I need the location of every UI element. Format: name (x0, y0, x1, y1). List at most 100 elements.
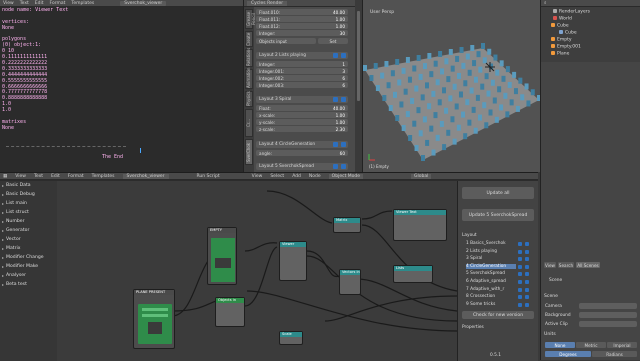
node-vectors-in[interactable]: Vectors in (339, 269, 361, 295)
category-beta-test[interactable]: Beta test (2, 282, 27, 287)
update-icon[interactable] (525, 280, 529, 284)
eye-icon[interactable] (518, 280, 522, 284)
layout-list-item[interactable]: 8 Crossection (466, 294, 516, 299)
layout-list-item[interactable]: 7 Adaptive_with_r (466, 287, 516, 292)
outliner-item[interactable]: Cube (551, 23, 569, 29)
update-icon[interactable] (525, 249, 529, 254)
mode-select[interactable]: Object Mode (328, 173, 364, 179)
properties-header[interactable]: Properties (462, 325, 512, 330)
eye-icon[interactable] (518, 242, 522, 246)
unit-none-button[interactable]: None (545, 342, 575, 348)
eye-icon[interactable] (518, 264, 522, 269)
footer-menu-text[interactable]: Text (34, 174, 43, 179)
category-number[interactable]: Number (2, 219, 24, 224)
eye-icon[interactable] (518, 302, 522, 307)
eye-icon[interactable] (333, 164, 338, 169)
category-list-struct[interactable]: List struct (2, 210, 29, 215)
footer-menu-format[interactable]: Format (68, 174, 84, 179)
text-file-name[interactable]: Sverchok_viewer (120, 0, 167, 6)
angle-degrees-button[interactable]: Degrees (545, 351, 591, 357)
layout-list-item[interactable]: 5 SverchokSpread (466, 271, 516, 276)
header-menu-view[interactable]: View (252, 174, 263, 179)
layout-4-button[interactable]: Layout 4 CircleGeneration (256, 141, 348, 148)
update-icon[interactable] (525, 287, 529, 292)
menu-format[interactable]: Format (50, 1, 66, 6)
node-field[interactable] (142, 314, 168, 317)
run-script-button[interactable]: Run Script (197, 174, 220, 179)
update-icon[interactable] (525, 257, 529, 262)
layout-5-button[interactable]: Layout 5 SverchokSpread (256, 163, 348, 170)
update-icon[interactable] (341, 164, 346, 169)
node-viewer-text[interactable]: Viewer Text (393, 209, 447, 241)
eye-icon[interactable] (333, 142, 338, 147)
menu-edit[interactable]: Edit (35, 1, 44, 6)
node-empty[interactable]: EMPTY (207, 227, 237, 285)
layout-list-item[interactable]: 3 Spiral (466, 256, 516, 261)
menu-text[interactable]: Text (20, 1, 29, 6)
category-matrix[interactable]: Matrix (2, 246, 20, 251)
eye-icon[interactable] (518, 272, 522, 277)
category-list-main[interactable]: List main (2, 201, 27, 206)
footer-menu-templates[interactable]: Templates (92, 174, 115, 179)
active-clip-field[interactable] (579, 321, 637, 327)
orientation-select[interactable]: Global (411, 173, 432, 179)
units-section-header[interactable]: Units (544, 332, 556, 337)
tab-search[interactable]: Search (558, 262, 574, 268)
3d-viewport[interactable]: User Persp (1) Empty (362, 0, 541, 172)
layout-list-item[interactable]: 1 Basics_Sverchok (466, 241, 516, 246)
unit-imperial-button[interactable]: Imperial (607, 342, 637, 348)
node-viewer[interactable]: Viewer (279, 241, 307, 281)
tab-animation[interactable]: Animation (245, 68, 253, 89)
objects-set-button[interactable]: Set (318, 38, 348, 44)
layout-list-item[interactable]: 9 Some tricks (466, 302, 516, 307)
field-integer-003[interactable]: Integer.003: 6 (256, 82, 348, 88)
header-menu-add[interactable]: Add (292, 174, 301, 179)
node-matrix[interactable]: Matrix (333, 217, 361, 233)
outliner-item[interactable]: World (553, 16, 572, 22)
eye-icon[interactable] (518, 287, 522, 292)
field-x-scale[interactable]: x-scale: 1.00 (256, 112, 348, 118)
field-float-010[interactable]: Float.010: 40.00 (256, 9, 348, 15)
node-scale[interactable]: Scale (279, 331, 303, 345)
category-basic-data[interactable]: Basic Data (2, 183, 31, 188)
menu-templates[interactable]: Templates (71, 1, 94, 6)
update-icon[interactable] (525, 242, 529, 246)
camera-field[interactable] (579, 303, 637, 309)
update-icon[interactable] (341, 53, 346, 58)
layout-list-item[interactable]: 4 CircleGeneration (466, 263, 516, 269)
tab-grease-pencil[interactable]: Grease Pencil (245, 9, 256, 29)
category-basic-debug[interactable]: Basic Debug (2, 192, 35, 197)
node-objects-in[interactable]: Objects in (215, 297, 245, 327)
unit-metric-button[interactable]: Metric (576, 342, 606, 348)
render-engine-select[interactable]: Cycles Render (247, 0, 288, 6)
tab-relations[interactable]: Relations (245, 48, 253, 67)
scene-section-header[interactable]: Scene (544, 294, 558, 299)
scroll-thumb[interactable] (357, 11, 360, 101)
field-angle[interactable]: angle: 60 (256, 150, 348, 156)
check-version-button[interactable]: Check for new version (462, 311, 534, 319)
layout-2-button[interactable]: Layout 2 Lists playing (256, 52, 348, 59)
panel-scrollbar[interactable] (355, 7, 362, 172)
field-float-012[interactable]: Float.012: 1.00 (256, 23, 348, 29)
outliner-item[interactable]: Cube (559, 30, 577, 36)
footer-file-name[interactable]: Sverchok_viewer (122, 173, 169, 179)
tab-sverchok[interactable]: SverChok (245, 139, 253, 165)
update-icon[interactable] (525, 272, 529, 277)
tab-all-scenes[interactable]: All Scenes (576, 262, 600, 268)
outliner-item[interactable]: Plane (551, 51, 569, 57)
objects-input-button[interactable]: Objects input (256, 38, 316, 44)
update-all-button[interactable]: Update all (462, 187, 534, 199)
node-canvas[interactable]: PLANE PRESENT EMPTY Objects in Viewer Ve… (57, 181, 457, 361)
field-integer[interactable]: Integer: 30 (256, 30, 348, 36)
eye-icon[interactable] (518, 257, 522, 262)
field-integer-002[interactable]: Integer.002: 6 (256, 75, 348, 81)
node-editor[interactable]: ▦ View Text Edit Format Templates Sverch… (0, 172, 538, 361)
editor-type-icon[interactable]: ▦ (3, 174, 7, 179)
tab-create[interactable]: Create (245, 31, 253, 47)
category-modifier-change[interactable]: Modifier Change (2, 255, 44, 260)
update-icon[interactable] (525, 295, 529, 300)
field-float[interactable]: Float: 40.00 (256, 105, 348, 111)
tab-view[interactable]: View (544, 262, 556, 268)
eye-icon[interactable] (518, 295, 522, 300)
eye-icon[interactable] (333, 53, 338, 58)
